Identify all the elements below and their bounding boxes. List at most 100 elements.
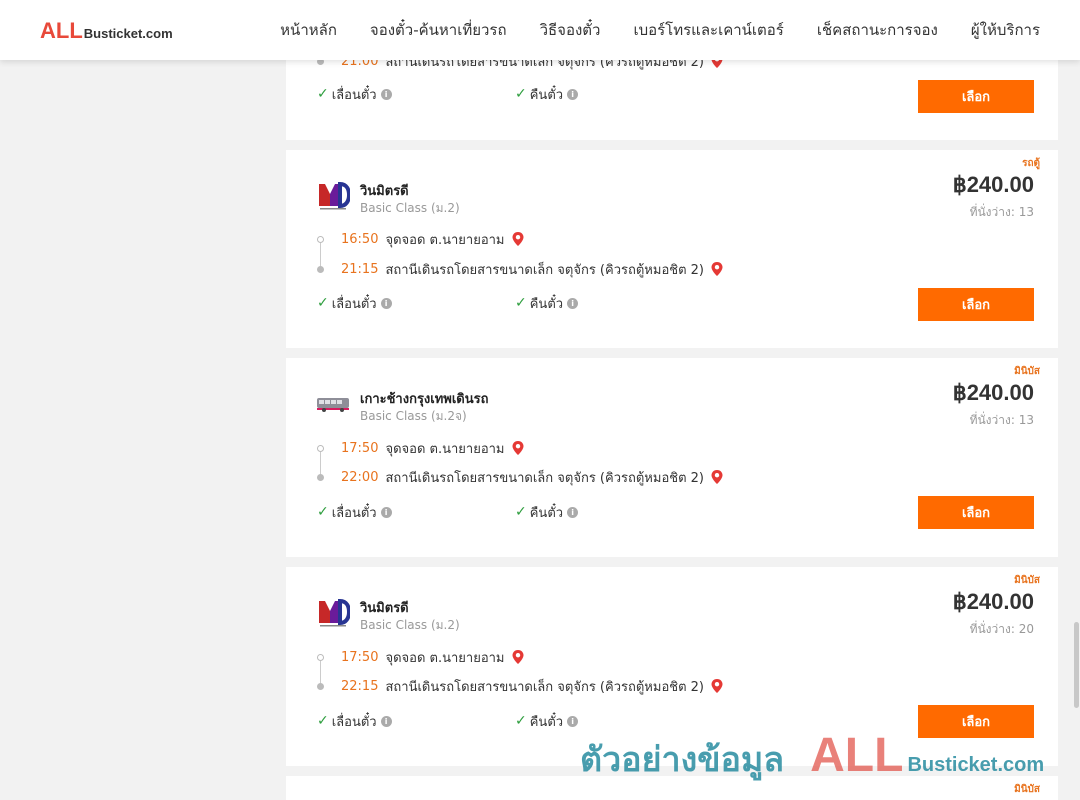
vehicle-type-badge: มินิบัส (1014, 784, 1040, 795)
vehicle-type-badge: รถตู้ (1022, 158, 1040, 169)
operator-class: Basic Class (ม.2) (360, 618, 460, 632)
arrive-stop: 21:15 สถานีเดินรถโดยสารขนาดเล็ก จตุจักร … (317, 260, 724, 278)
depart-stop: 17:50 จุดจอด ต.นายายอาม (317, 648, 525, 666)
arrive-place: สถานีเดินรถโดยสารขนาดเล็ก จตุจักร (คิวรถ… (385, 262, 704, 278)
trip-card: รถตู้ วินมิตรดี Basic Class (ม.2) ฿240.0… (286, 150, 1058, 348)
info-icon[interactable]: i (567, 506, 579, 518)
map-pin-icon[interactable] (511, 440, 525, 456)
operator-name: วินมิตรดี (360, 601, 409, 616)
feature-label: เลื่อนตั๋ว (331, 296, 377, 312)
depart-time: 17:50 (341, 440, 379, 456)
md-logo-icon (319, 598, 350, 627)
feature-reschedule: ✓ เลื่อนตั๋ว i (317, 503, 392, 521)
depart-place: จุดจอด ต.นายายอาม (385, 232, 505, 248)
nav-operators[interactable]: ผู้ให้บริการ (971, 18, 1040, 42)
arrive-stop: 22:00 สถานีเดินรถโดยสารขนาดเล็ก จตุจักร … (317, 468, 724, 486)
md-logo-icon (319, 181, 350, 210)
arrive-stop: 22:15 สถานีเดินรถโดยสารขนาดเล็ก จตุจักร … (317, 677, 724, 695)
feature-refund: ✓ คืนตั๋ว i (515, 503, 579, 521)
select-button[interactable]: เลือก (918, 288, 1034, 321)
check-icon: ✓ (515, 295, 527, 311)
info-icon[interactable]: i (380, 506, 392, 518)
depart-stop: 17:50 จุดจอด ต.นายายอาม (317, 439, 525, 457)
check-icon: ✓ (317, 504, 329, 520)
site-logo[interactable]: ALL Busticket.com (40, 18, 173, 44)
select-button[interactable]: เลือก (918, 705, 1034, 738)
feature-label: คืนตั๋ว (529, 87, 564, 103)
check-icon: ✓ (317, 713, 329, 729)
arrive-dot (317, 473, 324, 481)
vehicle-type-badge: มินิบัส (1014, 575, 1040, 586)
feature-reschedule: ✓ เลื่อนตั๋ว i (317, 712, 392, 730)
feature-refund: ✓ คืนตั๋ว i (515, 712, 579, 730)
map-pin-icon[interactable] (710, 469, 724, 485)
depart-place: จุดจอด ต.นายายอาม (385, 650, 505, 666)
depart-time: 16:50 (341, 231, 379, 247)
depart-dot (317, 444, 324, 452)
nav-phone-counter[interactable]: เบอร์โทรและเคาน์เตอร์ (633, 18, 783, 42)
info-icon[interactable]: i (567, 88, 579, 100)
nav-home[interactable]: หน้าหลัก (280, 18, 337, 42)
map-pin-icon[interactable] (710, 261, 724, 277)
logo-all-text: ALL (40, 18, 83, 43)
site-header: ALL Busticket.com หน้าหลัก จองตั๋ว-ค้นหา… (0, 0, 1080, 60)
map-pin-icon[interactable] (710, 678, 724, 694)
select-button[interactable]: เลือก (918, 496, 1034, 529)
seats-available: ที่นั่งว่าง: 20 (969, 622, 1034, 636)
logo-busticket-text: Busticket.com (83, 26, 173, 41)
trip-card: มินิบัส (286, 776, 1058, 800)
feature-label: เลื่อนตั๋ว (331, 87, 377, 103)
check-icon: ✓ (317, 86, 329, 102)
feature-label: คืนตั๋ว (529, 505, 564, 521)
operator-class: Basic Class (ม.2) (360, 201, 460, 215)
seats-available: ที่นั่งว่าง: 13 (969, 413, 1034, 427)
info-icon[interactable]: i (380, 297, 392, 309)
main-nav: หน้าหลัก จองตั๋ว-ค้นหาเที่ยวรถ วิธีจองตั… (280, 0, 1040, 60)
map-pin-icon[interactable] (511, 231, 525, 247)
nav-book-search[interactable]: จองตั๋ว-ค้นหาเที่ยวรถ (370, 18, 507, 42)
arrive-place: สถานีเดินรถโดยสารขนาดเล็ก จตุจักร (คิวรถ… (385, 470, 704, 486)
check-icon: ✓ (515, 713, 527, 729)
arrive-time: 21:15 (341, 261, 379, 277)
arrive-dot (317, 265, 324, 273)
arrive-dot (317, 682, 324, 690)
depart-time: 17:50 (341, 649, 379, 665)
info-icon[interactable]: i (380, 715, 392, 727)
ticket-price: ฿240.00 (952, 380, 1034, 405)
info-icon[interactable]: i (380, 88, 392, 100)
feature-label: เลื่อนตั๋ว (331, 714, 377, 730)
ticket-price: ฿240.00 (952, 589, 1034, 614)
check-icon: ✓ (317, 295, 329, 311)
feature-reschedule: ✓ เลื่อนตั๋ว i (317, 85, 392, 103)
feature-refund: ✓ คืนตั๋ว i (515, 294, 579, 312)
info-icon[interactable]: i (567, 297, 579, 309)
feature-label: คืนตั๋ว (529, 714, 564, 730)
arrive-time: 22:15 (341, 678, 379, 694)
nav-check-booking[interactable]: เช็คสถานะการจอง (817, 18, 938, 42)
vehicle-type-badge: มินิบัส (1014, 366, 1040, 377)
trip-card: มินิบัส วินมิตรดี Basic Class (ม.2) ฿240… (286, 567, 1058, 766)
depart-dot (317, 653, 324, 661)
nav-how-to-book[interactable]: วิธีจองตั๋ว (540, 18, 601, 42)
seats-available: ที่นั่งว่าง: 13 (969, 205, 1034, 219)
check-icon: ✓ (515, 86, 527, 102)
depart-place: จุดจอด ต.นายายอาม (385, 441, 505, 457)
operator-name: วินมิตรดี (360, 184, 409, 199)
arrive-time: 22:00 (341, 469, 379, 485)
operator-class: Basic Class (ม.2จ) (360, 409, 467, 423)
scrollbar-thumb[interactable] (1074, 622, 1079, 708)
depart-dot (317, 235, 324, 243)
feature-reschedule: ✓ เลื่อนตั๋ว i (317, 294, 392, 312)
arrive-place: สถานีเดินรถโดยสารขนาดเล็ก จตุจักร (คิวรถ… (385, 679, 704, 695)
feature-label: คืนตั๋ว (529, 296, 564, 312)
operator-name: เกาะช้างกรุงเทพเดินรถ (360, 392, 489, 407)
bus-logo-icon (317, 398, 349, 412)
feature-refund: ✓ คืนตั๋ว i (515, 85, 579, 103)
info-icon[interactable]: i (567, 715, 579, 727)
feature-label: เลื่อนตั๋ว (331, 505, 377, 521)
check-icon: ✓ (515, 504, 527, 520)
select-button[interactable]: เลือก (918, 80, 1034, 113)
ticket-price: ฿240.00 (952, 172, 1034, 197)
map-pin-icon[interactable] (511, 649, 525, 665)
depart-stop: 16:50 จุดจอด ต.นายายอาม (317, 230, 525, 248)
